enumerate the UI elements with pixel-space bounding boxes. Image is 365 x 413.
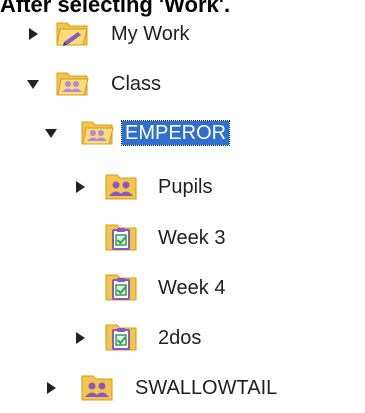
tree-item-label[interactable]: My Work [108, 22, 193, 46]
tree-item-class[interactable]: Class [0, 66, 365, 102]
tree-item-label[interactable]: Class [108, 72, 164, 96]
folder-tree: My Work Class EMPEROR Pupils Week 3 Week… [0, 0, 365, 413]
task-folder-icon [104, 322, 138, 352]
tree-item-2dos[interactable]: 2dos [0, 320, 365, 356]
class-folder-icon [55, 68, 89, 98]
tree-item-swallowtail[interactable]: SWALLOWTAIL [0, 370, 365, 406]
tree-item-week-3[interactable]: Week 3 [0, 220, 365, 256]
pupils-folder-icon [80, 372, 114, 402]
tree-item-pupils[interactable]: Pupils [0, 169, 365, 205]
tree-item-label[interactable]: Week 4 [155, 276, 228, 300]
expand-triangle-icon[interactable] [73, 331, 87, 345]
tree-item-my-work[interactable]: My Work [0, 16, 365, 52]
tree-item-label[interactable]: 2dos [155, 326, 204, 350]
tree-item-label[interactable]: SWALLOWTAIL [132, 376, 280, 400]
pupils-folder-icon [104, 171, 138, 201]
tree-item-emperor[interactable]: EMPEROR [0, 115, 365, 151]
expand-triangle-icon[interactable] [26, 27, 40, 41]
collapse-triangle-icon[interactable] [26, 77, 40, 91]
tree-item-label-selected[interactable]: EMPEROR [120, 120, 231, 146]
tree-item-week-4[interactable]: Week 4 [0, 270, 365, 306]
collapse-triangle-icon[interactable] [44, 126, 58, 140]
task-folder-icon [104, 272, 138, 302]
my-work-folder-icon [55, 18, 89, 48]
tree-item-label[interactable]: Week 3 [155, 226, 228, 250]
tree-item-label[interactable]: Pupils [155, 175, 215, 199]
task-folder-icon [104, 222, 138, 252]
class-folder-icon [80, 117, 114, 147]
expand-triangle-icon[interactable] [73, 180, 87, 194]
expand-triangle-icon[interactable] [44, 381, 58, 395]
